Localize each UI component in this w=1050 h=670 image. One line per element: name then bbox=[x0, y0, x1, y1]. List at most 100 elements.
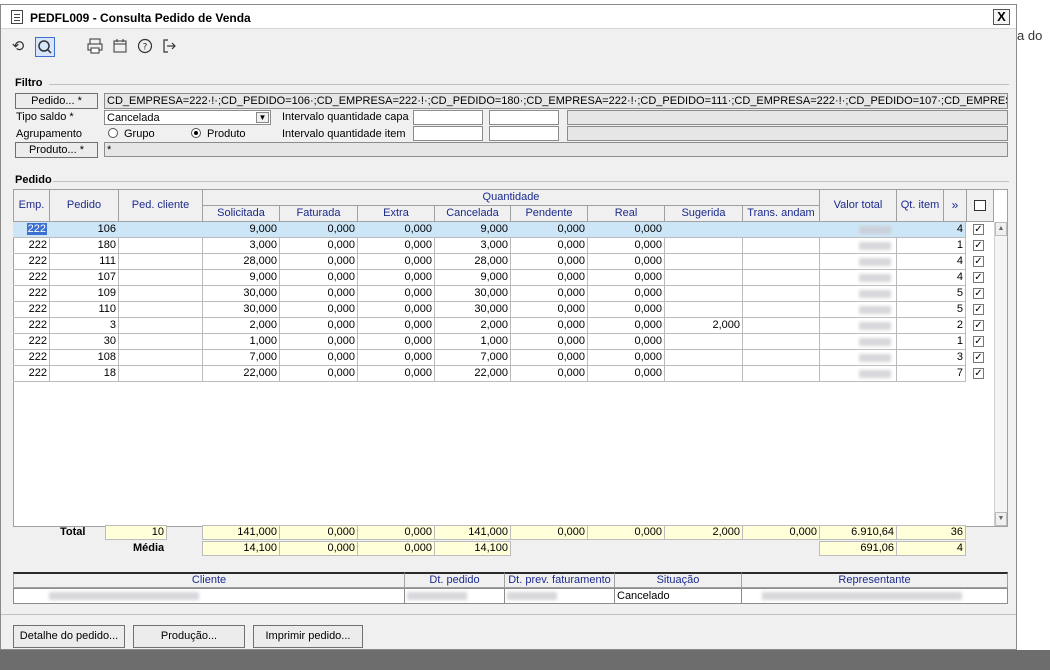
cell-real[interactable]: 0,000 bbox=[587, 302, 665, 318]
cell-faturada[interactable]: 0,000 bbox=[279, 334, 358, 350]
exit-icon[interactable] bbox=[159, 37, 179, 57]
cell-emp[interactable]: 222 bbox=[13, 286, 50, 302]
cell-extra[interactable]: 0,000 bbox=[357, 286, 435, 302]
cell-solicitada[interactable]: 7,000 bbox=[202, 350, 280, 366]
cell-faturada[interactable]: 0,000 bbox=[279, 238, 358, 254]
cell-real[interactable]: 0,000 bbox=[587, 254, 665, 270]
cell-faturada[interactable]: 0,000 bbox=[279, 254, 358, 270]
cell-pedido[interactable]: 106 bbox=[49, 222, 119, 238]
cell-faturada[interactable]: 0,000 bbox=[279, 318, 358, 334]
cell-valor[interactable] bbox=[819, 270, 897, 286]
cell-cancelada[interactable]: 9,000 bbox=[434, 222, 511, 238]
cell-extra[interactable]: 0,000 bbox=[357, 238, 435, 254]
intervalo-item-to[interactable] bbox=[489, 126, 559, 141]
scroll-up-icon[interactable]: ▲ bbox=[995, 222, 1007, 236]
cell-pedido[interactable]: 110 bbox=[49, 302, 119, 318]
intervalo-capa-to[interactable] bbox=[489, 110, 559, 125]
cell-emp[interactable]: 222 bbox=[13, 270, 50, 286]
col-cancelada[interactable]: Cancelada bbox=[434, 205, 511, 222]
row-checkbox[interactable]: ✓ bbox=[973, 224, 984, 235]
cell-emp[interactable]: 222 bbox=[13, 222, 50, 238]
cell-qt-item[interactable]: 2 bbox=[896, 318, 966, 334]
cell-ped-cliente[interactable] bbox=[118, 318, 203, 334]
cell-trans[interactable] bbox=[742, 254, 820, 270]
cell-trans[interactable] bbox=[742, 350, 820, 366]
cell-ped-cliente[interactable] bbox=[118, 270, 203, 286]
cell-qt-item[interactable]: 7 bbox=[896, 366, 966, 382]
col-ped-cliente[interactable]: Ped. cliente bbox=[118, 189, 203, 222]
cell-solicitada[interactable]: 30,000 bbox=[202, 302, 280, 318]
cell-ped-cliente[interactable] bbox=[118, 222, 203, 238]
cell-pendente[interactable]: 0,000 bbox=[510, 318, 588, 334]
cell-cancelada[interactable]: 3,000 bbox=[434, 238, 511, 254]
cell-pedido[interactable]: 3 bbox=[49, 318, 119, 334]
cell-pendente[interactable]: 0,000 bbox=[510, 286, 588, 302]
cell-sugerida[interactable] bbox=[664, 238, 743, 254]
cell-extra[interactable]: 0,000 bbox=[357, 222, 435, 238]
row-checkbox[interactable]: ✓ bbox=[973, 304, 984, 315]
imprimir-pedido-button[interactable]: Imprimir pedido... bbox=[253, 625, 363, 648]
cell-real[interactable]: 0,000 bbox=[587, 350, 665, 366]
col-sugerida[interactable]: Sugerida bbox=[664, 205, 743, 222]
produto-button[interactable]: Produto... * bbox=[15, 142, 98, 158]
producao-button[interactable]: Produção... bbox=[133, 625, 245, 648]
select-all-header[interactable] bbox=[966, 189, 994, 222]
row-checkbox[interactable]: ✓ bbox=[973, 320, 984, 331]
cell-solicitada[interactable]: 30,000 bbox=[202, 286, 280, 302]
cell-ped-cliente[interactable] bbox=[118, 254, 203, 270]
cell-extra[interactable]: 0,000 bbox=[357, 254, 435, 270]
cell-pedido[interactable]: 18 bbox=[49, 366, 119, 382]
cell-pedido[interactable]: 111 bbox=[49, 254, 119, 270]
cell-sugerida[interactable] bbox=[664, 222, 743, 238]
cell-real[interactable]: 0,000 bbox=[587, 286, 665, 302]
cell-qt-item[interactable]: 1 bbox=[896, 238, 966, 254]
cell-pedido[interactable]: 107 bbox=[49, 270, 119, 286]
cell-ped-cliente[interactable] bbox=[118, 334, 203, 350]
col-emp[interactable]: Emp. bbox=[13, 189, 50, 222]
cell-cancelada[interactable]: 30,000 bbox=[434, 302, 511, 318]
cell-emp[interactable]: 222 bbox=[13, 318, 50, 334]
cell-cancelada[interactable]: 30,000 bbox=[434, 286, 511, 302]
col-pendente[interactable]: Pendente bbox=[510, 205, 588, 222]
cell-real[interactable]: 0,000 bbox=[587, 222, 665, 238]
cell-sugerida[interactable] bbox=[664, 254, 743, 270]
cell-emp[interactable]: 222 bbox=[13, 350, 50, 366]
cell-pendente[interactable]: 0,000 bbox=[510, 334, 588, 350]
cell-cancelada[interactable]: 7,000 bbox=[434, 350, 511, 366]
close-button[interactable]: X bbox=[993, 9, 1010, 25]
cell-pedido[interactable]: 30 bbox=[49, 334, 119, 350]
cell-qt-item[interactable]: 5 bbox=[896, 286, 966, 302]
cell-trans[interactable] bbox=[742, 318, 820, 334]
cell-extra[interactable]: 0,000 bbox=[357, 270, 435, 286]
help-icon[interactable]: ? bbox=[135, 37, 155, 57]
cell-cancelada[interactable]: 1,000 bbox=[434, 334, 511, 350]
cell-emp[interactable]: 222 bbox=[13, 366, 50, 382]
cell-extra[interactable]: 0,000 bbox=[357, 350, 435, 366]
cell-sugerida[interactable] bbox=[664, 270, 743, 286]
cell-ped-cliente[interactable] bbox=[118, 302, 203, 318]
cell-valor[interactable] bbox=[819, 302, 897, 318]
col-extra[interactable]: Extra bbox=[357, 205, 435, 222]
cell-ped-cliente[interactable] bbox=[118, 350, 203, 366]
cell-cancelada[interactable]: 28,000 bbox=[434, 254, 511, 270]
cell-trans[interactable] bbox=[742, 270, 820, 286]
pedido-button[interactable]: Pedido... * bbox=[15, 93, 98, 109]
col-valor-total[interactable]: Valor total bbox=[819, 189, 897, 222]
cell-solicitada[interactable]: 2,000 bbox=[202, 318, 280, 334]
cell-solicitada[interactable]: 3,000 bbox=[202, 238, 280, 254]
cell-solicitada[interactable]: 9,000 bbox=[202, 222, 280, 238]
intervalo-item-from[interactable] bbox=[413, 126, 483, 141]
cell-faturada[interactable]: 0,000 bbox=[279, 270, 358, 286]
cell-emp[interactable]: 222 bbox=[13, 302, 50, 318]
cell-faturada[interactable]: 0,000 bbox=[279, 302, 358, 318]
cell-sugerida[interactable] bbox=[664, 302, 743, 318]
cell-faturada[interactable]: 0,000 bbox=[279, 366, 358, 382]
cell-valor[interactable] bbox=[819, 334, 897, 350]
cell-real[interactable]: 0,000 bbox=[587, 334, 665, 350]
chevron-down-icon[interactable]: ▼ bbox=[256, 112, 269, 123]
cell-solicitada[interactable]: 1,000 bbox=[202, 334, 280, 350]
cell-extra[interactable]: 0,000 bbox=[357, 318, 435, 334]
cell-pendente[interactable]: 0,000 bbox=[510, 238, 588, 254]
grupo-radio[interactable] bbox=[108, 128, 118, 138]
print-icon[interactable] bbox=[85, 37, 105, 57]
